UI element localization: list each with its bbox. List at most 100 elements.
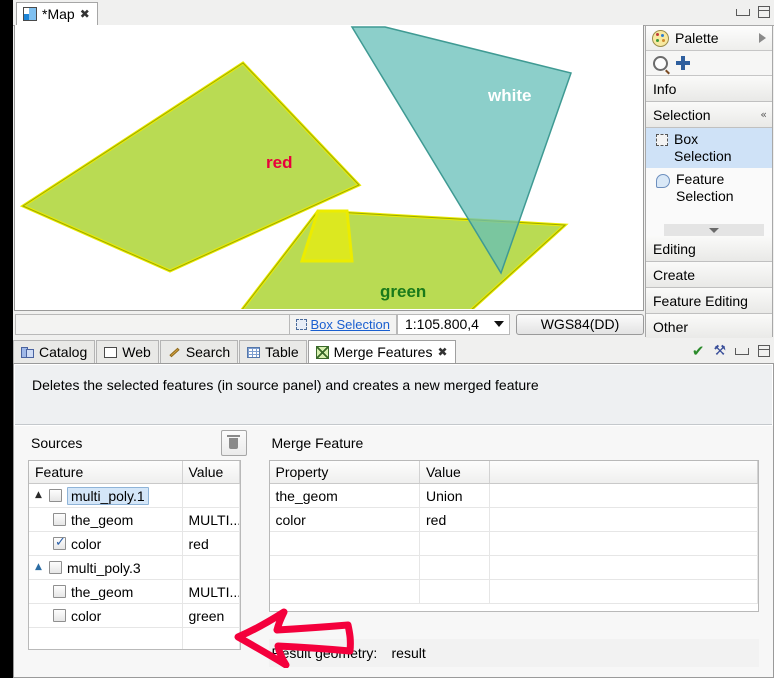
palette-section-feature-editing[interactable]: Feature Editing (646, 288, 772, 314)
palette-header[interactable]: Palette (646, 26, 772, 51)
merge-feature-pane: Merge Feature Property Value the_geom Un… (254, 426, 773, 677)
triangle-right-icon[interactable] (759, 33, 766, 43)
sources-cell-feature[interactable]: color (29, 603, 183, 628)
row-checkbox[interactable] (53, 609, 66, 622)
palette-item-feature-selection[interactable]: Feature Selection (646, 168, 772, 208)
web-icon (104, 346, 118, 358)
palette-section-selection[interactable]: Selection « (646, 102, 772, 128)
trash-icon (227, 434, 240, 449)
merge-features-panel: Deletes the selected features (in source… (13, 363, 774, 678)
minimize-icon[interactable] (736, 8, 750, 16)
merge-feature-header-row: Property Value (269, 461, 758, 484)
table-icon (247, 346, 261, 358)
sources-row-label: the_geom (71, 511, 134, 528)
sources-header: Sources (14, 426, 255, 460)
palette-item-box-selection[interactable]: Box Selection (646, 128, 772, 168)
palette-selection-body: Box Selection Feature Selection (646, 128, 772, 236)
sources-cell-value (182, 555, 240, 580)
sources-cell-value: green (182, 603, 240, 628)
scale-value: 1:105.800,4 (405, 316, 479, 332)
palette-section-other[interactable]: Other (646, 314, 772, 340)
table-row[interactable]: color green (29, 603, 240, 628)
sources-cell-value: MULTI... (182, 579, 240, 604)
tab-web[interactable]: Web (96, 340, 159, 363)
merge-panes: Sources Feature Value ▲ multi_poly.1 the… (14, 426, 773, 677)
row-checkbox[interactable] (53, 535, 66, 550)
merge-col-value[interactable]: Value (419, 461, 490, 484)
merge-description: Deletes the selected features (in source… (15, 365, 772, 425)
crs-button[interactable]: WGS84(DD) (516, 313, 644, 335)
palette-section-editing[interactable]: Editing (646, 236, 772, 262)
merge-cell-extra (489, 531, 758, 556)
tab-search[interactable]: Search (159, 340, 239, 363)
delete-button[interactable] (220, 430, 247, 456)
bottom-tab-tools: ✔ ⚒ (692, 342, 770, 360)
row-checkbox[interactable] (53, 513, 66, 526)
merge-cell-extra (489, 507, 758, 532)
table-row[interactable]: the_geom MULTI... (29, 507, 240, 532)
maximize-icon[interactable] (758, 345, 770, 357)
palette-section-info[interactable]: Info (646, 76, 772, 102)
green-check-icon[interactable]: ✔ (692, 342, 705, 360)
sources-cell-feature[interactable]: the_geom (29, 507, 183, 532)
map-icon (23, 7, 37, 21)
palette-section-feature-editing-label: Feature Editing (653, 292, 748, 309)
tab-table[interactable]: Table (239, 340, 307, 363)
sources-cell-feature[interactable]: ▲ multi_poly.3 (29, 555, 183, 580)
palette-scroll-down[interactable] (664, 224, 764, 236)
result-geometry-value: result (391, 645, 426, 661)
table-row-empty (269, 531, 758, 556)
close-icon[interactable]: ✖ (80, 8, 90, 20)
pan-icon[interactable] (676, 56, 690, 70)
palette-section-editing-label: Editing (653, 240, 696, 257)
merge-cell-extra (489, 555, 758, 580)
merge-cell-value (419, 579, 490, 604)
close-icon[interactable]: ✖ (437, 346, 447, 358)
sources-cell-feature[interactable]: ▲ multi_poly.1 (29, 483, 183, 508)
merge-col-property[interactable]: Property (269, 461, 420, 484)
row-checkbox[interactable] (49, 489, 62, 502)
sources-title: Sources (31, 435, 83, 451)
tab-web-label: Web (122, 344, 151, 360)
tab-map[interactable]: *Map ✖ (16, 2, 98, 25)
sources-cell-feature (29, 627, 183, 649)
sources-cell-feature[interactable]: color (29, 531, 183, 556)
table-row[interactable]: the_geom MULTI... (29, 579, 240, 604)
magnifier-icon[interactable] (653, 55, 668, 71)
palette-item-feature-selection-label: Feature Selection (676, 171, 734, 204)
twisty-expanded-icon[interactable]: ▲ (35, 491, 44, 500)
merge-cell-value[interactable]: red (419, 507, 490, 532)
merge-col-extra[interactable] (489, 461, 758, 484)
palette-toolbar (646, 51, 772, 76)
table-row[interactable]: color red (29, 531, 240, 556)
sources-col-value[interactable]: Value (182, 461, 240, 484)
table-row-empty (29, 627, 240, 649)
table-row[interactable]: ▲ multi_poly.3 (29, 555, 240, 580)
wrench-icon[interactable]: ⚒ (713, 343, 726, 359)
sources-col-feature[interactable]: Feature (29, 461, 183, 484)
chevron-down-icon[interactable] (709, 227, 719, 233)
merge-cell-value[interactable]: Union (419, 483, 490, 508)
row-checkbox[interactable] (53, 585, 66, 598)
palette-section-selection-label: Selection (653, 106, 711, 123)
palette-section-create[interactable]: Create (646, 262, 772, 288)
status-box-selection[interactable]: Box Selection (289, 313, 397, 335)
table-row[interactable]: the_geom Union (269, 483, 758, 508)
palette-section-other-label: Other (653, 318, 689, 335)
collapse-icon[interactable]: « (760, 108, 767, 121)
scale-combo[interactable]: 1:105.800,4 (397, 313, 510, 335)
tab-catalog[interactable]: Catalog (13, 340, 96, 363)
sources-table: Feature Value ▲ multi_poly.1 the_geom MU… (29, 461, 240, 649)
row-checkbox[interactable] (49, 561, 62, 574)
table-row[interactable]: ▲ multi_poly.1 (29, 483, 240, 508)
chevron-down-icon[interactable] (494, 321, 504, 327)
table-row[interactable]: color red (269, 507, 758, 532)
twisty-expanded-icon[interactable]: ▲ (35, 563, 44, 572)
sources-cell-feature[interactable]: the_geom (29, 579, 183, 604)
tab-merge-features[interactable]: Merge Features ✖ (307, 340, 456, 363)
minimize-icon[interactable] (735, 347, 749, 355)
map-canvas[interactable]: red white green (14, 25, 644, 311)
map-graphics: red white green (19, 26, 572, 310)
status-box-selection-link[interactable]: Box Selection (311, 317, 391, 332)
maximize-icon[interactable] (758, 6, 770, 18)
